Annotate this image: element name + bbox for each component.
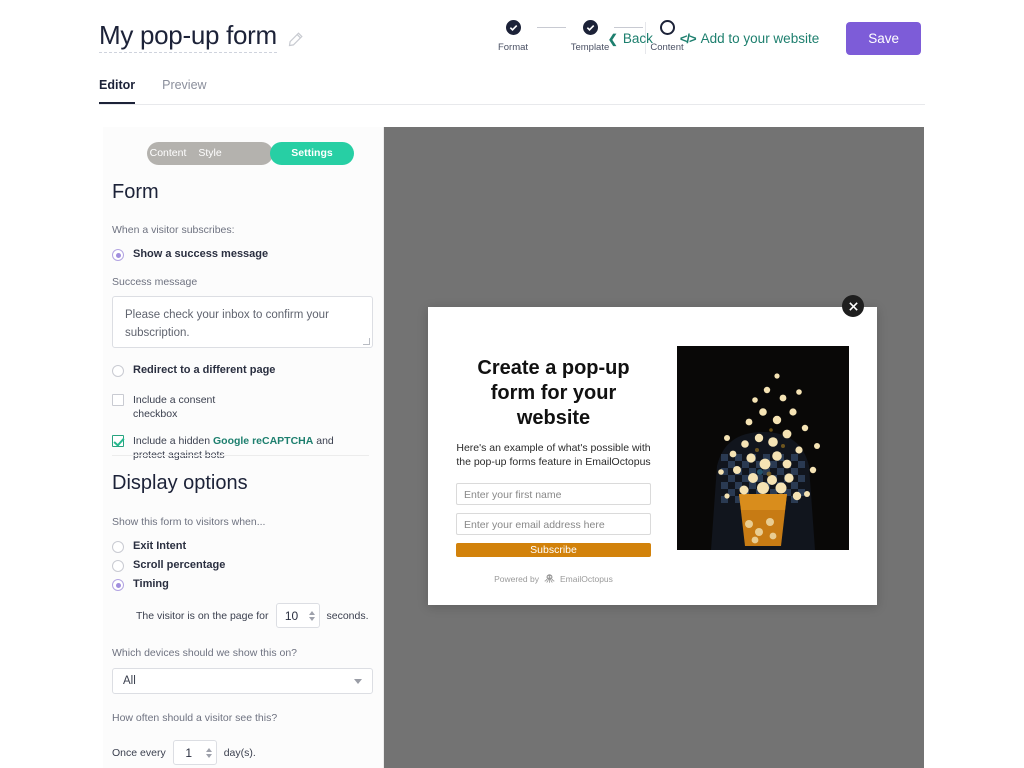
form-settings-section: Form When a visitor subscribes: Show a s… — [112, 181, 383, 462]
display-options-section: Display options Show this form to visito… — [112, 472, 383, 765]
recaptcha-prefix: Include a hidden — [133, 435, 213, 447]
radio-scroll-percentage-indicator — [112, 560, 124, 572]
radio-timing[interactable]: Timing — [112, 578, 383, 591]
add-to-website-label: Add to your website — [700, 31, 820, 46]
frequency-label: How often should a visitor see this? — [112, 712, 278, 724]
back-label: Back — [622, 31, 653, 46]
radio-timing-label: Timing — [133, 578, 169, 590]
segment-content[interactable]: Content — [147, 142, 189, 165]
checkbox-recaptcha-box — [112, 435, 124, 447]
recaptcha-link[interactable]: Google reCAPTCHA — [213, 435, 313, 447]
popup-heading: Create a pop-up form for your website — [477, 357, 630, 429]
checkbox-recaptcha-label: Include a hidden Google reCAPTCHA and pr… — [133, 434, 355, 462]
settings-sidebar: Content Style Settings Form When a visit… — [103, 127, 384, 768]
popup-first-name-input[interactable]: Enter your first name — [456, 483, 651, 505]
success-message-label: Success message — [112, 276, 198, 288]
powered-by: Powered by EmailOctopus — [456, 573, 651, 584]
tab-editor[interactable]: Editor — [99, 78, 136, 104]
frequency-increment-icon[interactable] — [205, 747, 212, 752]
popup-subscribe-button[interactable]: Subscribe — [456, 543, 651, 557]
timing-row: The visitor is on the page for 10 second… — [136, 603, 383, 628]
checkbox-consent-label: Include a consent checkbox — [133, 394, 216, 420]
timing-prefix-label: The visitor is on the page for — [136, 609, 269, 622]
radio-exit-intent-label: Exit Intent — [133, 540, 187, 552]
success-message-value: Please check your inbox to confirm your … — [125, 309, 329, 339]
app-root: My pop-up form Format Template Content ❮… — [0, 0, 1024, 768]
radio-exit-intent-indicator — [112, 541, 124, 553]
form-title-group: My pop-up form — [99, 20, 303, 53]
radio-show-success[interactable]: Show a success message — [112, 248, 383, 261]
octopus-icon — [544, 574, 555, 583]
resize-grip-icon[interactable] — [363, 338, 370, 345]
page-title: My pop-up form — [99, 20, 277, 53]
devices-select[interactable]: All — [112, 668, 373, 694]
display-section-heading: Display options — [112, 472, 248, 494]
app-header: My pop-up form Format Template Content ❮… — [0, 0, 1024, 75]
frequency-stepper[interactable]: 1 — [172, 740, 217, 765]
frequency-stepper-arrows — [205, 747, 212, 758]
timing-suffix-label: seconds. — [326, 609, 369, 622]
radio-show-success-label: Show a success message — [133, 248, 269, 260]
devices-select-value: All — [123, 675, 136, 687]
timing-stepper-arrows — [308, 610, 315, 621]
radio-redirect-indicator — [112, 365, 124, 377]
frequency-row: Once every 1 day(s). — [112, 740, 383, 765]
radio-redirect-label: Redirect to a different page — [133, 364, 276, 376]
panel-segmented-control: Content Style — [147, 142, 273, 165]
popup-email-input[interactable]: Enter your email address here — [456, 513, 651, 535]
timing-decrement-icon[interactable] — [308, 616, 315, 621]
popcorn-photo — [677, 346, 849, 550]
radio-exit-intent[interactable]: Exit Intent — [112, 540, 383, 553]
chevron-down-icon — [354, 678, 362, 684]
timing-increment-icon[interactable] — [308, 610, 315, 615]
popup-preview: Create a pop-up form for your website He… — [428, 307, 877, 605]
tabs-rule — [99, 104, 925, 105]
frequency-prefix-label: Once every — [112, 746, 166, 759]
form-section-heading: Form — [112, 181, 159, 203]
radio-timing-indicator — [112, 579, 124, 591]
devices-label: Which devices should we show this on? — [112, 647, 298, 659]
step-format-dot — [505, 20, 521, 35]
step-template-label: Template — [570, 42, 610, 53]
brand-name: EmailOctopus — [559, 573, 613, 584]
frequency-suffix-label: day(s). — [223, 746, 256, 759]
checkbox-consent[interactable]: Include a consent checkbox — [112, 393, 383, 421]
when-subscribes-label: When a visitor subscribes: — [112, 224, 235, 236]
editor-tabs: Editor Preview — [99, 78, 207, 104]
radio-scroll-percentage-label: Scroll percentage — [133, 559, 226, 571]
step-format-label: Format — [497, 42, 529, 53]
section-divider — [112, 455, 369, 456]
header-actions: ❮ Back </> Add to your website Save — [608, 22, 921, 55]
frequency-value[interactable]: 1 — [174, 746, 204, 760]
timing-value[interactable]: 10 — [277, 609, 307, 623]
pencil-icon[interactable] — [287, 31, 303, 48]
popup-form-column: Create a pop-up form for your website He… — [456, 339, 651, 584]
popup-subheading: Here's an example of what's possible wit… — [456, 442, 651, 468]
step-format[interactable]: Format — [489, 20, 537, 53]
tab-preview[interactable]: Preview — [162, 78, 206, 104]
radio-redirect[interactable]: Redirect to a different page — [112, 364, 383, 377]
radio-show-success-indicator — [112, 249, 124, 261]
popup-image — [677, 346, 849, 550]
back-button[interactable]: ❮ Back — [608, 31, 653, 46]
frequency-decrement-icon[interactable] — [205, 753, 212, 758]
step-connector-1 — [537, 27, 566, 28]
radio-scroll-percentage[interactable]: Scroll percentage — [112, 559, 383, 572]
timing-stepper[interactable]: 10 — [275, 603, 320, 628]
add-to-website-button[interactable]: </> Add to your website — [680, 31, 819, 46]
segment-settings[interactable]: Settings — [270, 142, 354, 165]
chevron-left-icon: ❮ — [607, 31, 618, 46]
close-icon[interactable] — [842, 295, 864, 317]
popup-inner: Create a pop-up form for your website He… — [428, 307, 877, 605]
segment-style[interactable]: Style — [189, 142, 231, 165]
powered-by-text: Powered by — [494, 573, 539, 584]
checkbox-consent-box — [112, 394, 124, 406]
code-icon: </> — [679, 31, 697, 46]
step-template-dot — [582, 20, 598, 35]
success-message-input[interactable]: Please check your inbox to confirm your … — [112, 296, 373, 348]
checkbox-recaptcha[interactable]: Include a hidden Google reCAPTCHA and pr… — [112, 434, 383, 462]
show-when-label: Show this form to visitors when... — [112, 516, 266, 528]
preview-stage: Create a pop-up form for your website He… — [384, 127, 924, 768]
save-button[interactable]: Save — [846, 22, 921, 55]
